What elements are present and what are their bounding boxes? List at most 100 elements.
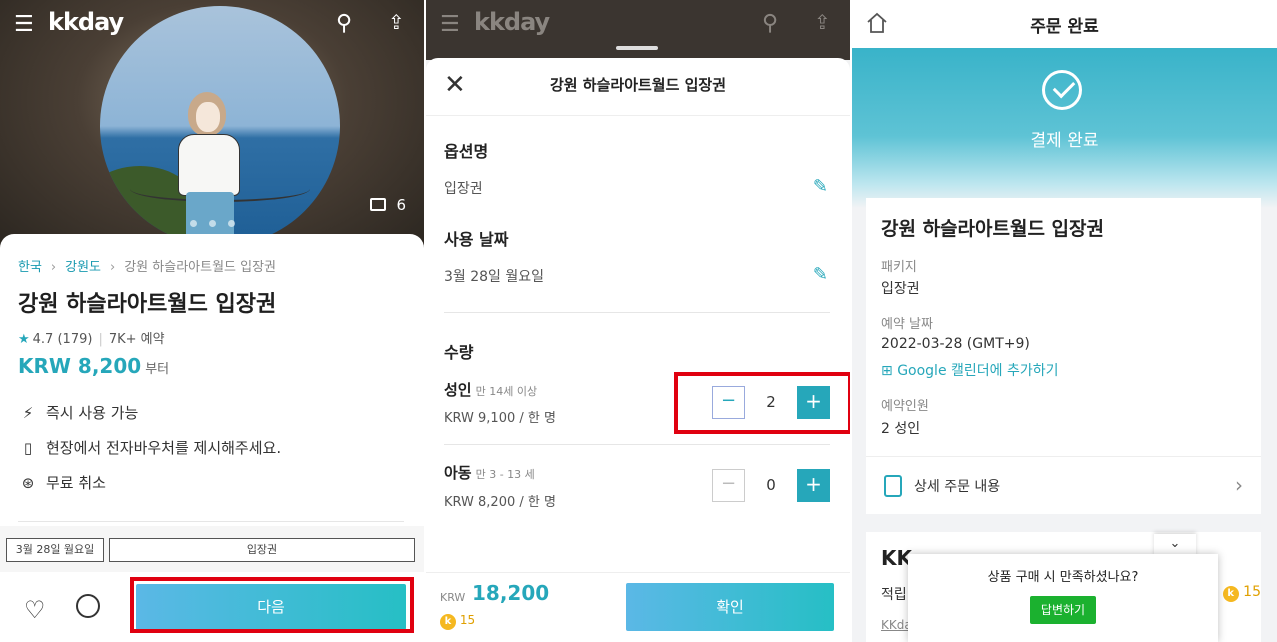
breadcrumb-country[interactable]: 한국 [18, 260, 42, 275]
hero-image[interactable]: ☰ kkday ⚲ ⇪ 6 [0, 0, 424, 250]
chat-icon[interactable] [76, 594, 100, 618]
product-title: 강원 하슬라아트월드 입장권 [18, 292, 277, 317]
quantity-label: 수량 [444, 343, 474, 362]
edit-date-icon[interactable]: ✎ [813, 264, 828, 285]
divider-bar: | [98, 332, 103, 347]
lightning-icon: ⚡ [22, 404, 34, 422]
points-card-number: 15 [1243, 584, 1261, 600]
child-price: KRW 8,200 / 한 명 [444, 495, 556, 510]
menu-icon: ☰ [440, 12, 460, 37]
option-sheet: ✕ 강원 하슬라아트월드 입장권 옵션명 입장권 ✎ 사용 날짜 3월 28일 … [426, 58, 850, 642]
points-value: 15 [459, 613, 476, 627]
adult-age: 만 14세 이상 [475, 385, 538, 398]
heart-icon[interactable]: ♡ [24, 596, 46, 624]
order-detail-row[interactable]: 상세 주문 내용 › [866, 456, 1261, 514]
payment-status: 결제 완료 [1030, 131, 1099, 151]
option-value: 입장권 [444, 181, 483, 197]
order-detail-label: 상세 주문 내용 [914, 479, 1001, 495]
hero-photo [100, 6, 340, 246]
chevron-right-icon: › [110, 260, 116, 275]
dimmed-header: ☰ kkday ⚲ ⇪ [426, 0, 850, 60]
search-icon[interactable]: ⚲ [336, 11, 352, 36]
booking-count: 7K+ 예약 [108, 332, 165, 347]
child-age: 만 3 - 13 세 [475, 468, 535, 481]
satisfaction-question: 상품 구매 시 만족하셨나요? [987, 570, 1139, 585]
option-label: 옵션명 [444, 142, 489, 161]
screenshot-stage: ☰ kkday ⚲ ⇪ 6 한국 › 강원도 › 강원 하슬라아트월드 입장권 강원 하… [0, 0, 1277, 642]
carousel-dots [190, 212, 247, 231]
selection-chips: 3월 28일 월요일 입장권 [0, 526, 424, 572]
points-card-label: 적립 [881, 587, 907, 603]
bottom-total-bar: KRW 18,200 k 15 확인 [426, 572, 850, 642]
adult-price: KRW 9,100 / 한 명 [444, 411, 556, 426]
total-currency: KRW [440, 591, 466, 604]
product-page-panel: ☰ kkday ⚲ ⇪ 6 한국 › 강원도 › 강원 하슬라아트월드 입장권 강원 하… [0, 0, 424, 642]
chevron-right-icon: › [50, 260, 57, 275]
refund-icon: ⊛ [21, 474, 35, 492]
price-suffix: 부터 [145, 362, 170, 377]
sheet-drag-handle[interactable] [616, 46, 658, 50]
share-icon[interactable]: ⇪ [388, 10, 405, 34]
booking-date-value: 2022-03-28 (GMT+9) [881, 336, 1030, 352]
clipboard-icon [884, 475, 902, 497]
reward-points: k 15 [440, 613, 475, 630]
star-icon: ★ [18, 332, 30, 347]
child-plus-button[interactable]: + [797, 469, 830, 502]
photo-count-value: 6 [396, 196, 406, 214]
satisfaction-popup: 상품 구매 시 만족하셨나요? 답변하기 [908, 554, 1218, 642]
highlight-box [130, 577, 414, 633]
package-value: 입장권 [881, 281, 920, 297]
hero-figure-body [178, 134, 240, 196]
kkday-logo[interactable]: kkday [48, 8, 124, 36]
feature-instant: ⚡ 즉시 사용 가능 [18, 402, 139, 423]
page-header: 주문 완료 [852, 0, 1277, 48]
breadcrumb-current: 강원 하슬라아트월드 입장권 [124, 260, 277, 275]
coin-icon: k [440, 614, 456, 630]
feature-label: 무료 취소 [46, 474, 106, 492]
confirm-button[interactable]: 확인 [626, 583, 834, 631]
feature-label: 즉시 사용 가능 [46, 404, 139, 422]
photo-count[interactable]: 6 [370, 196, 406, 214]
search-icon: ⚲ [762, 11, 779, 36]
feature-cancel: ⊛ 무료 취소 [18, 472, 106, 493]
option-chip[interactable]: 입장권 [109, 538, 415, 562]
date-chip[interactable]: 3월 28일 월요일 [6, 538, 104, 562]
points-card-value: k 15 [1222, 584, 1261, 602]
order-complete-panel: 주문 완료 결제 완료 강원 하슬라아트월드 입장권 패키지 입장권 예약 날짜… [852, 0, 1277, 642]
check-circle-icon [1042, 70, 1082, 110]
menu-icon[interactable]: ☰ [14, 12, 34, 37]
price-value: KRW 8,200 [18, 354, 142, 378]
kkday-logo: kkday [474, 8, 550, 36]
option-sheet-panel: ☰ kkday ⚲ ⇪ ✕ 강원 하슬라아트월드 입장권 옵션명 입장권 ✎ 사… [426, 0, 850, 642]
breadcrumb: 한국 › 강원도 › 강원 하슬라아트월드 입장권 [18, 256, 276, 275]
feature-voucher: ▯ 현장에서 전자바우처를 제시해주세요. [18, 437, 281, 458]
sheet-header: ✕ 강원 하슬라아트월드 입장권 [426, 58, 850, 116]
child-minus-button[interactable]: − [712, 469, 745, 502]
edit-option-icon[interactable]: ✎ [813, 176, 828, 197]
share-icon: ⇪ [814, 10, 831, 34]
coin-icon: k [1222, 586, 1239, 602]
divider [18, 521, 404, 522]
calendar-link-text: Google 캘린더에 추가하기 [897, 363, 1059, 379]
price: KRW 8,200 부터 [18, 354, 169, 378]
package-label: 패키지 [881, 260, 917, 275]
adult-label-text: 성인 [444, 381, 472, 399]
adult-label: 성인 만 14세 이상 [444, 379, 537, 400]
date-label: 사용 날짜 [444, 230, 509, 249]
rating-row[interactable]: ★ 4.7 (179) | 7K+ 예약 [18, 328, 165, 347]
payment-banner: 결제 완료 [852, 48, 1277, 208]
add-to-calendar-link[interactable]: ⊞ Google 캘린더에 추가하기 [881, 360, 1059, 380]
breadcrumb-region[interactable]: 강원도 [65, 260, 101, 275]
review-count: (179) [57, 332, 93, 347]
sheet-title: 강원 하슬라아트월드 입장권 [549, 76, 727, 94]
order-product-title: 강원 하슬라아트월드 입장권 [881, 218, 1104, 240]
answer-button[interactable]: 답변하기 [1030, 596, 1096, 624]
date-value: 3월 28일 월요일 [444, 269, 545, 285]
people-label: 예약인원 [881, 399, 929, 414]
people-value: 2 성인 [881, 421, 921, 437]
page-title: 주문 완료 [1030, 17, 1099, 37]
divider [444, 312, 830, 313]
child-label: 아동 만 3 - 13 세 [444, 462, 535, 483]
hero-figure-face [196, 102, 220, 132]
gallery-icon [370, 198, 387, 211]
